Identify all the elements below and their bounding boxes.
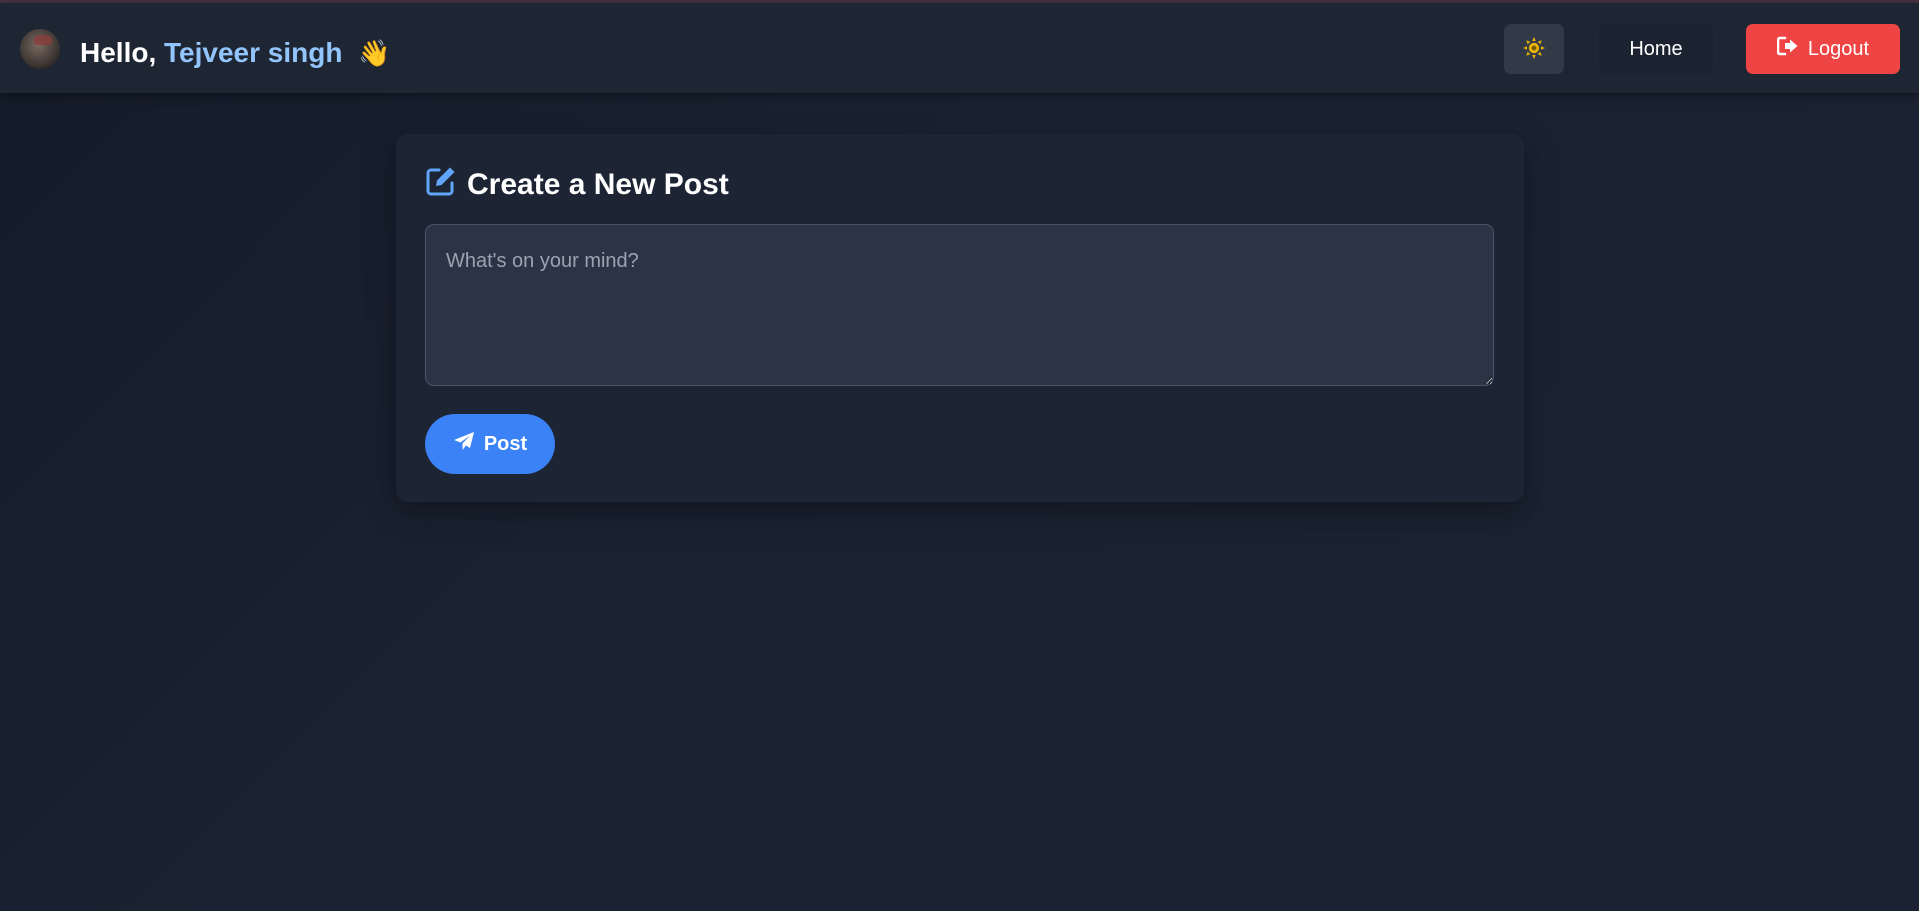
create-post-card: Create a New Post Post (396, 134, 1524, 502)
user-name: Tejveer singh (164, 37, 343, 68)
sun-icon (1522, 36, 1546, 63)
post-button[interactable]: Post (425, 414, 555, 474)
paper-plane-icon (453, 431, 475, 457)
theme-toggle-button[interactable] (1504, 24, 1564, 74)
edit-icon (425, 165, 457, 205)
post-textarea[interactable] (425, 224, 1494, 386)
card-heading: Create a New Post (425, 165, 729, 205)
home-button[interactable]: Home (1599, 24, 1713, 74)
card-title: Create a New Post (467, 168, 729, 201)
wave-icon: 👋 (358, 38, 391, 68)
logout-button[interactable]: Logout (1746, 24, 1900, 74)
greeting: Hello, Tejveer singh 👋 (80, 33, 391, 73)
greeting-prefix: Hello, (80, 37, 157, 68)
avatar[interactable] (20, 29, 60, 69)
logout-label: Logout (1807, 37, 1870, 60)
navbar: Hello, Tejveer singh 👋 Home Logout (0, 3, 1919, 93)
logout-icon (1776, 36, 1799, 62)
post-label: Post (483, 432, 528, 455)
